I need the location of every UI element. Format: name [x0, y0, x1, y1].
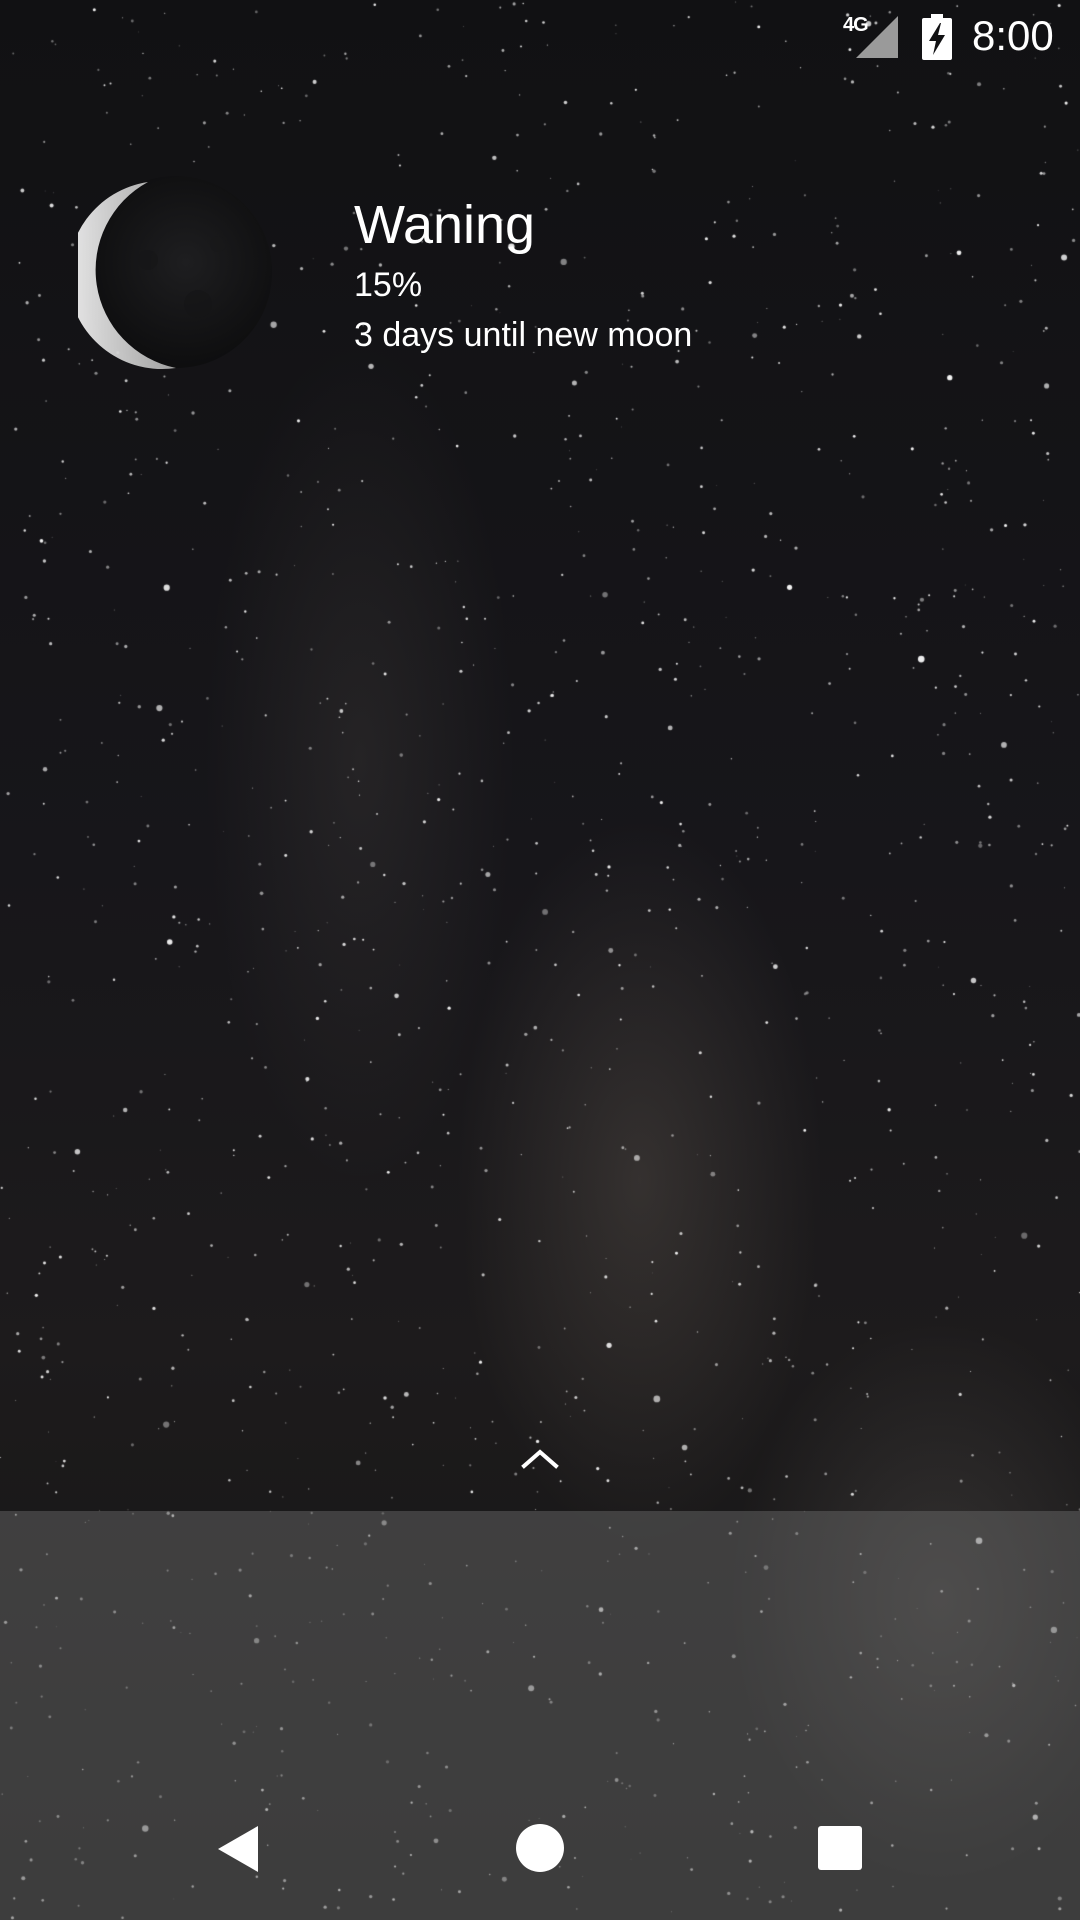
battery-charging-icon — [922, 14, 952, 60]
home-circle-icon[interactable] — [516, 1824, 564, 1872]
moon-illumination: 15% — [354, 266, 423, 304]
recents-square-icon[interactable] — [818, 1826, 862, 1870]
waning-crescent-moon-icon — [78, 176, 272, 370]
new-moon-countdown: 3 days until new moon — [354, 316, 693, 354]
chevron-up-icon[interactable] — [510, 1440, 570, 1480]
back-triangle-icon[interactable] — [214, 1824, 264, 1874]
moon-phase-name: Waning — [354, 195, 536, 255]
clock: 8:00 — [972, 12, 1054, 59]
cellular-signal-icon — [856, 16, 898, 58]
moon-phase-widget[interactable]: Waning 15% 3 days until new moon — [0, 150, 1080, 390]
navigation-bar — [0, 1800, 1080, 1920]
status-bar: 4G 8:00 — [0, 0, 1080, 72]
lock-screen: 4G 8:00 Waning 15% 3 days until new moon — [0, 0, 1080, 1920]
